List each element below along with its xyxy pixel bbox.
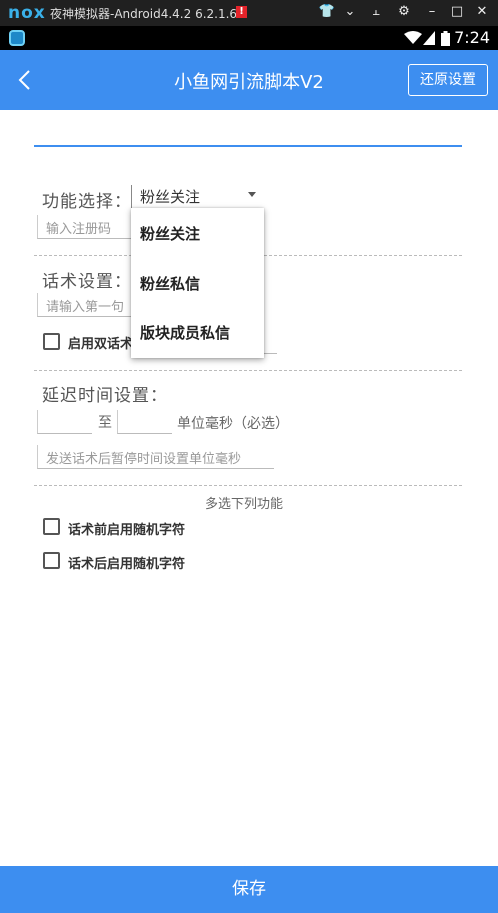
function-select[interactable]: 粉丝关注 <box>131 185 260 209</box>
signal-icon <box>423 31 435 49</box>
speech-placeholder: 请输入第一句 <box>46 300 125 315</box>
accent-divider <box>34 145 462 147</box>
nox-logo: nox <box>8 3 46 23</box>
minimize-icon[interactable]: – <box>423 4 441 19</box>
status-clock: 7:24 <box>454 28 490 47</box>
function-select-value: 粉丝关注 <box>140 188 201 206</box>
pin-icon[interactable]: ⫠ <box>367 4 385 19</box>
section-divider <box>34 370 462 371</box>
emulator-title: 夜神模拟器-Android4.4.2 6.2.1.6 <box>50 7 238 21</box>
delay-max-input[interactable] <box>117 410 172 434</box>
dual-speech-label: 启用双话术 <box>68 337 134 352</box>
shirt-icon[interactable]: 👕 <box>318 4 336 19</box>
dropdown-option[interactable]: 粉丝私信 <box>140 273 200 294</box>
dropdown-option[interactable]: 版块成员私信 <box>140 322 230 343</box>
app-notification-icon <box>9 30 25 46</box>
dropdown-arrow-icon <box>248 192 256 197</box>
speech-settings-label: 话术设置： <box>42 272 132 292</box>
delay-min-input[interactable] <box>37 410 92 434</box>
maximize-icon[interactable]: □ <box>448 4 466 19</box>
reset-settings-button[interactable]: 还原设置 <box>408 64 488 96</box>
delay-settings-label: 延迟时间设置： <box>42 386 168 406</box>
function-select-label: 功能选择： <box>42 192 132 212</box>
speech-input[interactable]: 请输入第一句 <box>37 293 132 317</box>
section-divider <box>34 485 462 486</box>
app-bar: 小鱼网引流脚本V2 还原设置 <box>0 50 498 110</box>
reg-code-input[interactable]: 输入注册码 <box>37 215 132 239</box>
to-label: 至 <box>98 415 112 431</box>
pause-time-placeholder: 发送话术后暂停时间设置单位毫秒 <box>46 452 242 467</box>
gear-icon[interactable]: ⚙ <box>395 4 413 19</box>
function-dropdown-menu: 粉丝关注 粉丝私信 版块成员私信 <box>131 208 264 358</box>
random-after-checkbox[interactable] <box>43 552 60 569</box>
pause-time-input[interactable]: 发送话术后暂停时间设置单位毫秒 <box>37 445 274 469</box>
chevron-down-icon[interactable]: ⌄ <box>341 4 359 19</box>
random-before-label: 话术前启用随机字符 <box>68 523 186 538</box>
dual-speech-checkbox[interactable] <box>43 333 60 350</box>
reg-code-placeholder: 输入注册码 <box>46 222 112 237</box>
random-after-label: 话术后启用随机字符 <box>68 557 186 572</box>
emulator-title-bar: nox 夜神模拟器-Android4.4.2 6.2.1.6 ! 👕 ⌄ ⫠ ⚙… <box>0 0 498 26</box>
wifi-icon <box>404 31 422 49</box>
battery-icon <box>441 31 450 50</box>
dropdown-option[interactable]: 粉丝关注 <box>140 223 200 244</box>
random-before-checkbox[interactable] <box>43 518 60 535</box>
multi-select-label: 多选下列功能 <box>205 497 284 512</box>
save-button[interactable]: 保存 <box>0 866 498 913</box>
warning-icon[interactable]: ! <box>236 6 247 18</box>
android-status-bar: 7:24 <box>0 26 498 50</box>
unit-label: 单位毫秒（必选） <box>177 416 289 432</box>
close-icon[interactable]: ✕ <box>473 4 491 19</box>
